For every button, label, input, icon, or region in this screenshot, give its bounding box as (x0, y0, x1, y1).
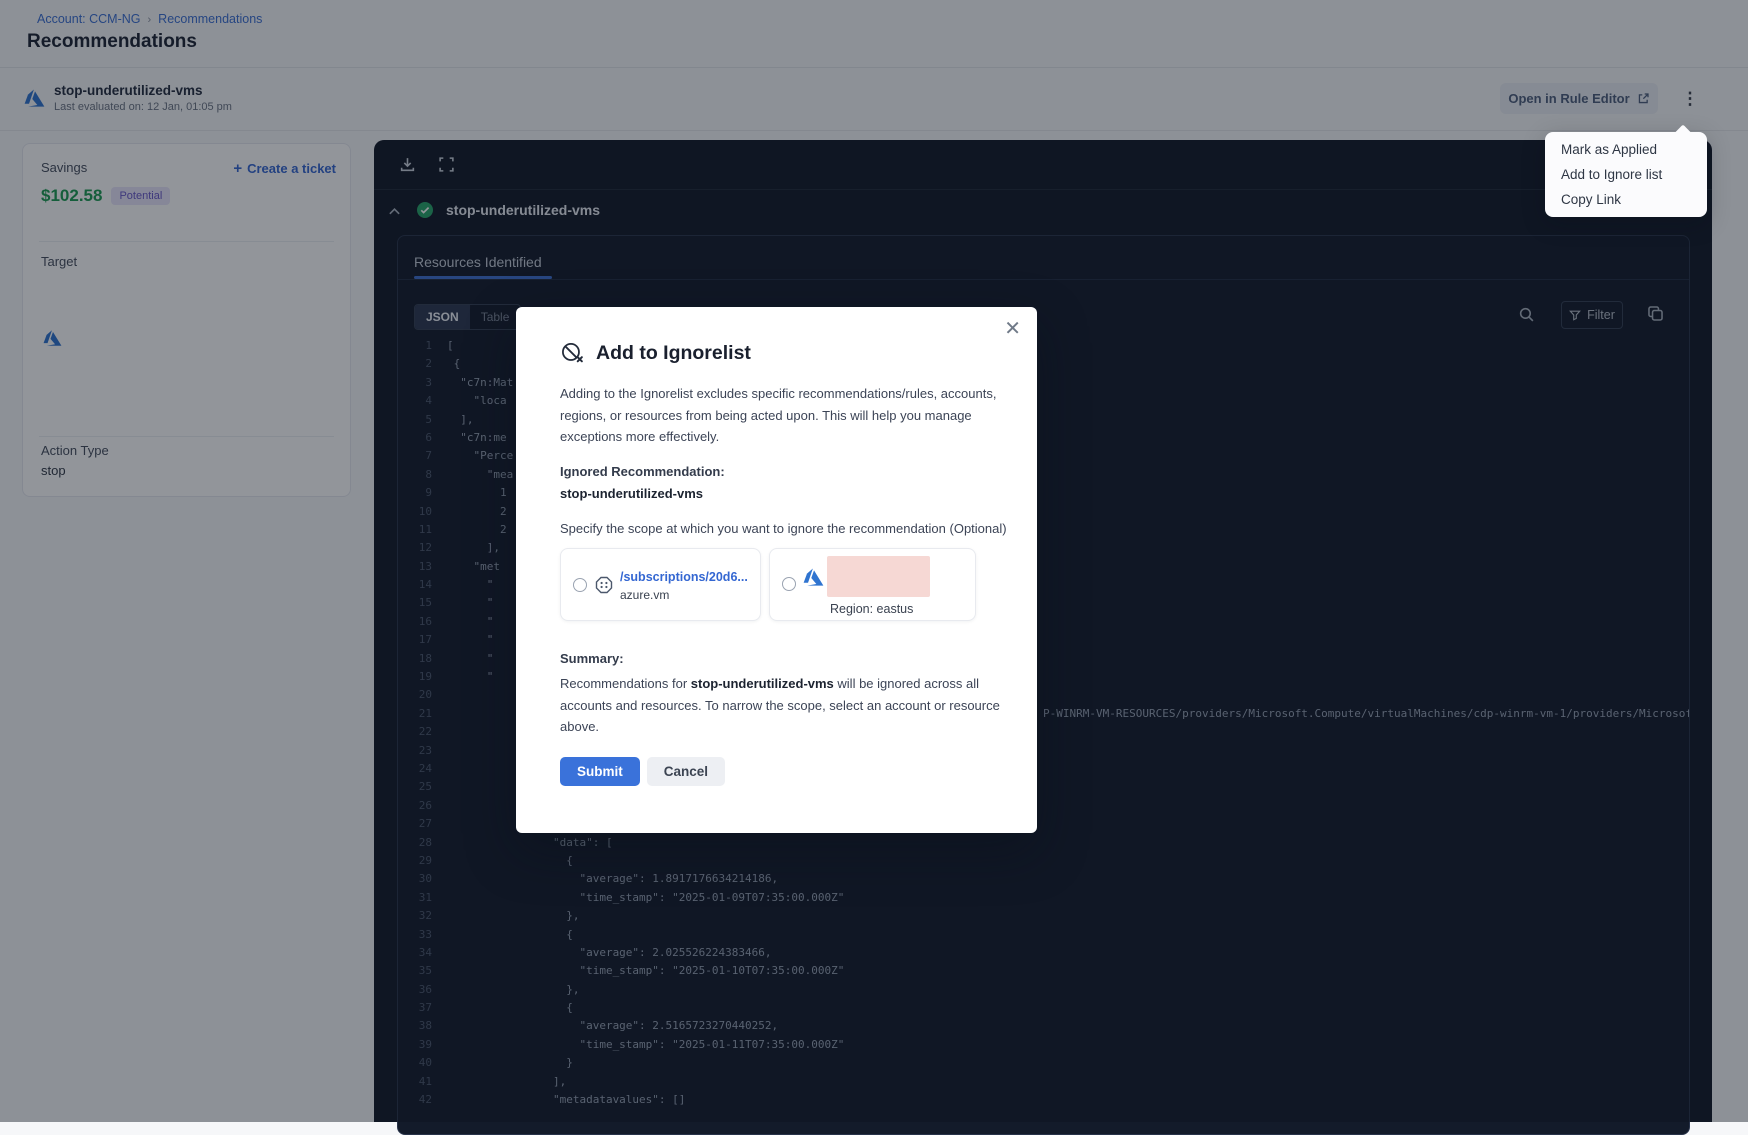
summary-text: Recommendations for stop-underutilized-v… (560, 673, 1010, 738)
summary-label: Summary: (560, 651, 993, 666)
close-icon[interactable]: ✕ (1004, 319, 1021, 339)
redacted-resource-name (827, 556, 930, 597)
resource-region: Region: eastus (830, 602, 913, 616)
add-to-ignorelist-modal: ✕ Add to Ignorelist Adding to the Ignore… (516, 307, 1037, 833)
ignored-recommendation-label: Ignored Recommendation: (560, 464, 993, 479)
modal-title: Add to Ignorelist (596, 342, 751, 365)
menu-item-copy-link[interactable]: Copy Link (1545, 187, 1707, 212)
subscription-link[interactable]: /subscriptions/20d6... (620, 570, 748, 584)
account-scope-radio[interactable] (573, 578, 587, 592)
ignored-recommendation-value: stop-underutilized-vms (560, 486, 993, 501)
scope-card-account[interactable]: /subscriptions/20d6... azure.vm (560, 548, 761, 621)
cancel-button[interactable]: Cancel (647, 757, 725, 786)
context-menu: Mark as AppliedAdd to Ignore listCopy Li… (1545, 132, 1707, 217)
ignore-icon (560, 341, 585, 366)
context-menu-items: Mark as AppliedAdd to Ignore listCopy Li… (1545, 137, 1707, 212)
resource-type: azure.vm (620, 588, 748, 602)
subscription-icon (594, 575, 614, 595)
summary-rule-name: stop-underutilized-vms (691, 676, 834, 691)
modal-description: Adding to the Ignorelist excludes specif… (560, 383, 1010, 448)
scope-card-resource[interactable]: Region: eastus (769, 548, 976, 621)
summary-prefix: Recommendations for (560, 676, 691, 691)
resource-scope-radio[interactable] (782, 577, 796, 591)
submit-button[interactable]: Submit (560, 757, 640, 786)
azure-icon (803, 566, 824, 587)
menu-item-add-to-ignore-list[interactable]: Add to Ignore list (1545, 162, 1707, 187)
scope-label: Specify the scope at which you want to i… (560, 518, 1010, 540)
